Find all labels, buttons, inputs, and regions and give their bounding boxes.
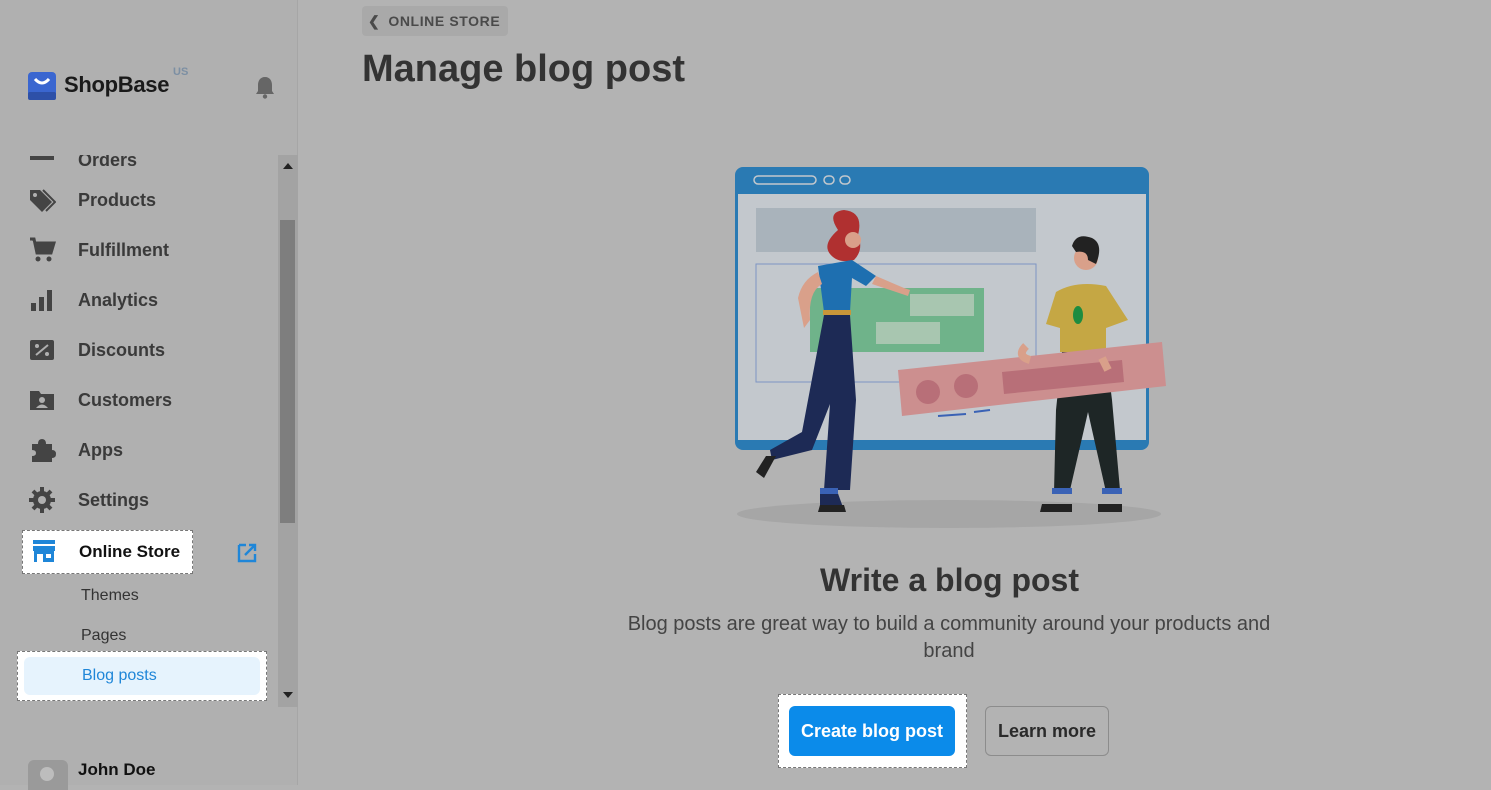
sidebar-item-discounts[interactable]: Discounts [28,335,165,365]
empty-state-title: Write a blog post [820,562,1079,598]
empty-state-description: Blog posts are great way to build a comm… [627,613,1271,662]
shopping-bag-logo-icon [28,72,56,100]
orders-icon [30,156,54,160]
breadcrumb-label: ONLINE STORE [388,13,501,29]
page-title: Manage blog post [362,48,685,90]
blog-illustration [735,167,1166,528]
active-item-highlight: Blog posts [24,657,260,695]
sidebar-item-customers[interactable]: Customers [28,385,172,415]
bell-icon[interactable] [254,75,276,99]
bar-chart-icon [31,290,52,311]
sidebar-nav: Orders Products Fulfillment Analytics Di… [0,155,298,707]
user-name: John Doe [78,760,156,779]
sidebar-item-apps[interactable]: Apps [28,435,123,465]
brand-name: ShopBase [64,72,170,97]
discount-icon [30,340,54,360]
puzzle-icon [32,439,56,462]
breadcrumb[interactable]: ❮ ONLINE STORE [362,6,509,36]
create-blog-post-highlight: Create blog post [778,694,967,768]
user-account[interactable]: John Doe [28,760,155,790]
sidebar-subitem-blog-posts[interactable]: Blog posts [17,651,267,701]
sidebar-item-fulfillment[interactable]: Fulfillment [28,235,169,265]
sidebar-subitem-label: Blog posts [82,667,157,684]
brand-region: US [173,66,189,78]
sidebar-item-orders[interactable]: Orders [28,155,137,175]
scrollbar-thumb[interactable] [280,220,295,523]
customer-folder-icon [30,391,54,410]
scroll-down-arrow-icon[interactable] [283,692,293,698]
store-icon [33,540,55,562]
sidebar-item-products[interactable]: Products [28,185,156,215]
gear-icon [29,487,55,513]
avatar [28,760,68,790]
external-link-icon[interactable] [236,542,258,564]
create-blog-post-button[interactable]: Create blog post [789,706,955,756]
sidebar-item-analytics[interactable]: Analytics [28,285,158,315]
chevron-left-icon: ❮ [368,12,381,29]
sidebar-subitem-pages[interactable]: Pages [81,627,126,645]
learn-more-button[interactable]: Learn more [985,706,1109,756]
sidebar: ShopBase US Orders Products Fulfillment … [0,0,298,790]
tag-icon [30,189,56,212]
cart-icon [30,237,56,262]
scroll-up-arrow-icon[interactable] [283,163,293,169]
shopbase-logo[interactable]: ShopBase US [28,66,188,100]
sidebar-item-settings[interactable]: Settings [28,485,149,515]
